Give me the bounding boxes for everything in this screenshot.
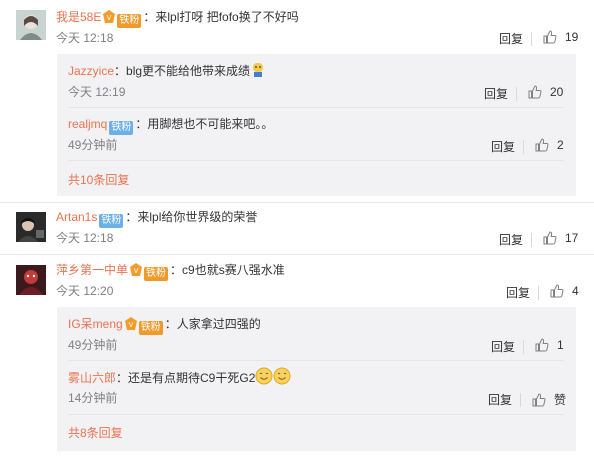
like-button[interactable]: 4 [550, 284, 579, 298]
reply-author[interactable]: Jazzyice [68, 64, 114, 78]
reply-button[interactable]: 回复 [491, 338, 515, 355]
vip-icon: V [103, 10, 116, 23]
reply-text: ：还是有点期待C9干死G2 [116, 371, 256, 385]
reply-author[interactable]: 雾山六郎 [68, 371, 116, 385]
thumb-up-icon [543, 30, 557, 44]
divider [68, 160, 564, 161]
thumb-up-icon [543, 231, 557, 245]
divider [68, 107, 564, 108]
smile-emoji-icon [273, 367, 291, 385]
like-count: 赞 [554, 393, 567, 407]
reply-button[interactable]: 回复 [499, 30, 523, 47]
like-button[interactable]: 19 [543, 30, 578, 44]
reply-author[interactable]: realjmq [68, 117, 107, 131]
divider [531, 233, 532, 247]
divider [0, 202, 594, 203]
thumb-up-icon [550, 284, 564, 298]
fan-badge: 铁粉 [109, 121, 134, 135]
thumb-up-icon [535, 338, 549, 352]
svg-text:V: V [128, 321, 133, 329]
vip-icon: V [130, 263, 143, 276]
avatar[interactable] [16, 212, 46, 242]
thumb-up-icon [535, 138, 549, 152]
comment-text: ：c9也就s赛八强水准 [170, 263, 285, 277]
like-count: 1 [557, 338, 564, 352]
reply-time: 49分钟前 [68, 138, 118, 152]
comment-text: ：来lpl给你世界级的荣誉 [125, 210, 258, 224]
fan-badge: 铁粉 [99, 214, 124, 228]
like-count: 20 [550, 85, 564, 99]
divider [68, 360, 564, 361]
divider [516, 87, 517, 101]
divider [520, 393, 521, 407]
thumb-up-icon [528, 85, 542, 99]
reply-time: 今天 12:19 [68, 85, 126, 99]
smile-emoji-icon [255, 367, 273, 385]
comment-time: 今天 12:20 [56, 284, 114, 298]
like-button[interactable]: 2 [535, 138, 564, 152]
comment-text: ：来lpl打呀 把fofo换了不好吗 [143, 10, 299, 24]
reply-text: ：人家拿过四强的 [164, 317, 261, 331]
reply-time: 14分钟前 [68, 391, 118, 405]
like-count: 4 [572, 284, 579, 298]
avatar[interactable] [16, 10, 46, 40]
reply-text: ：blg更不能给他带来成绩 [114, 64, 251, 78]
reply-time: 49分钟前 [68, 338, 118, 352]
comment-author[interactable]: Artan1s [56, 210, 97, 224]
reply-button[interactable]: 回复 [484, 85, 508, 102]
divider [523, 140, 524, 154]
like-button[interactable]: 赞 [532, 391, 566, 408]
divider [0, 254, 594, 255]
comment-time: 今天 12:18 [56, 31, 114, 45]
reply-button[interactable]: 回复 [499, 231, 523, 248]
fan-badge: 铁粉 [144, 267, 169, 281]
like-button[interactable]: 17 [543, 231, 578, 245]
like-button[interactable]: 1 [535, 338, 564, 352]
comment-author[interactable]: 我是58E [56, 10, 101, 24]
svg-text:V: V [107, 14, 112, 22]
emoji-icon [250, 62, 266, 78]
like-count: 19 [565, 30, 579, 44]
more-replies-link[interactable]: 共8条回复 [68, 424, 123, 441]
vip-icon: V [124, 317, 137, 330]
more-replies-link[interactable]: 共10条回复 [68, 171, 129, 188]
reply-button[interactable]: 回复 [488, 391, 512, 408]
fan-badge: 铁粉 [138, 321, 163, 335]
reply-button[interactable]: 回复 [491, 138, 515, 155]
fan-badge: 铁粉 [117, 14, 142, 28]
comment-time: 今天 12:18 [56, 231, 114, 245]
divider [68, 414, 564, 415]
like-count: 17 [565, 231, 579, 245]
svg-text:V: V [134, 267, 139, 275]
like-button[interactable]: 20 [528, 85, 563, 99]
thumb-up-icon [532, 393, 546, 407]
avatar[interactable] [16, 265, 46, 295]
comment-author[interactable]: 萍乡第一中单 [56, 263, 128, 277]
divider [531, 32, 532, 46]
reply-author[interactable]: IG呆meng [68, 317, 123, 331]
divider [538, 286, 539, 300]
like-count: 2 [557, 138, 564, 152]
reply-button[interactable]: 回复 [506, 284, 530, 301]
reply-text: ：用脚想也不可能来吧。。 [135, 117, 274, 131]
divider [523, 340, 524, 354]
